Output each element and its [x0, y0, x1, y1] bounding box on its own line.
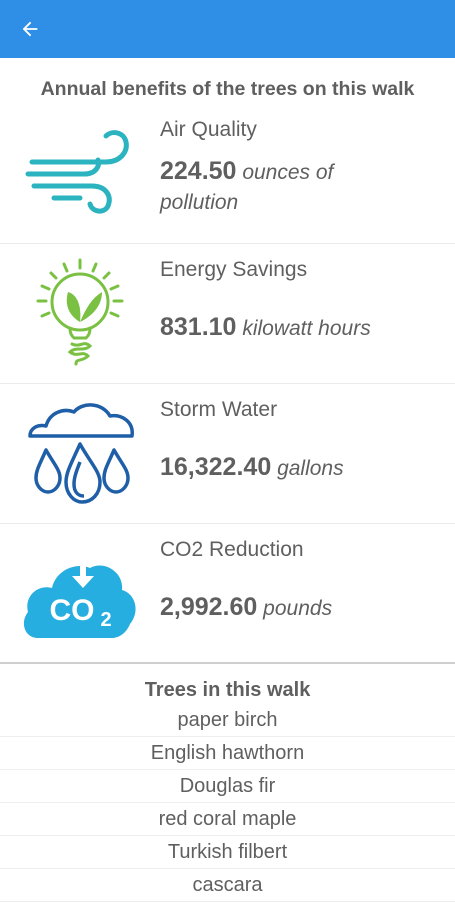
cloud-rain-icon	[28, 403, 134, 504]
tree-list-item[interactable]: paper birch	[0, 704, 455, 737]
benefit-label: Storm Water	[160, 398, 278, 421]
wind-icon	[25, 130, 129, 214]
benefit-value: 16,322.40	[160, 453, 272, 481]
app-bar	[0, 0, 455, 58]
benefit-storm-water: Storm Water 16,322.40 gallons	[0, 384, 455, 524]
trees-section-title: Trees in this walk	[144, 679, 311, 701]
tree-list-item[interactable]: Turkish filbert	[0, 836, 455, 869]
benefit-energy-savings: Energy Savings 831.10 kilowatt hours	[0, 244, 455, 384]
tree-list-item[interactable]: cascara	[0, 869, 455, 902]
benefit-value: 831.10	[160, 313, 237, 341]
benefit-unit: gallons	[277, 457, 344, 480]
tree-list-item[interactable]: red coral maple	[0, 803, 455, 836]
benefit-air-quality: Air Quality 224.50 ounces of pollution	[0, 104, 455, 244]
tree-list: paper birch English hawthorn Douglas fir…	[0, 704, 455, 902]
benefit-unit: kilowatt hours	[242, 317, 371, 340]
page-title: Annual benefits of the trees on this wal…	[40, 78, 415, 100]
tree-list-item[interactable]: Douglas fir	[0, 770, 455, 803]
benefit-co2-reduction: CO 2 CO2 Reduction 2,992.60 pounds	[0, 524, 455, 664]
svg-text:CO: CO	[50, 594, 95, 627]
benefit-label: Air Quality	[160, 118, 257, 141]
back-button[interactable]	[16, 15, 44, 43]
benefit-value: 224.50	[160, 157, 237, 185]
co2-cloud-icon: CO 2	[23, 559, 136, 638]
svg-text:2: 2	[100, 609, 111, 631]
benefit-value: 2,992.60	[160, 593, 258, 621]
tree-list-item[interactable]: English hawthorn	[0, 737, 455, 770]
benefit-label: CO2 Reduction	[160, 538, 304, 561]
benefit-label: Energy Savings	[160, 258, 308, 281]
lightbulb-leaf-icon	[36, 258, 124, 366]
benefit-unit: pounds	[263, 597, 333, 620]
back-arrow-icon	[22, 21, 38, 37]
